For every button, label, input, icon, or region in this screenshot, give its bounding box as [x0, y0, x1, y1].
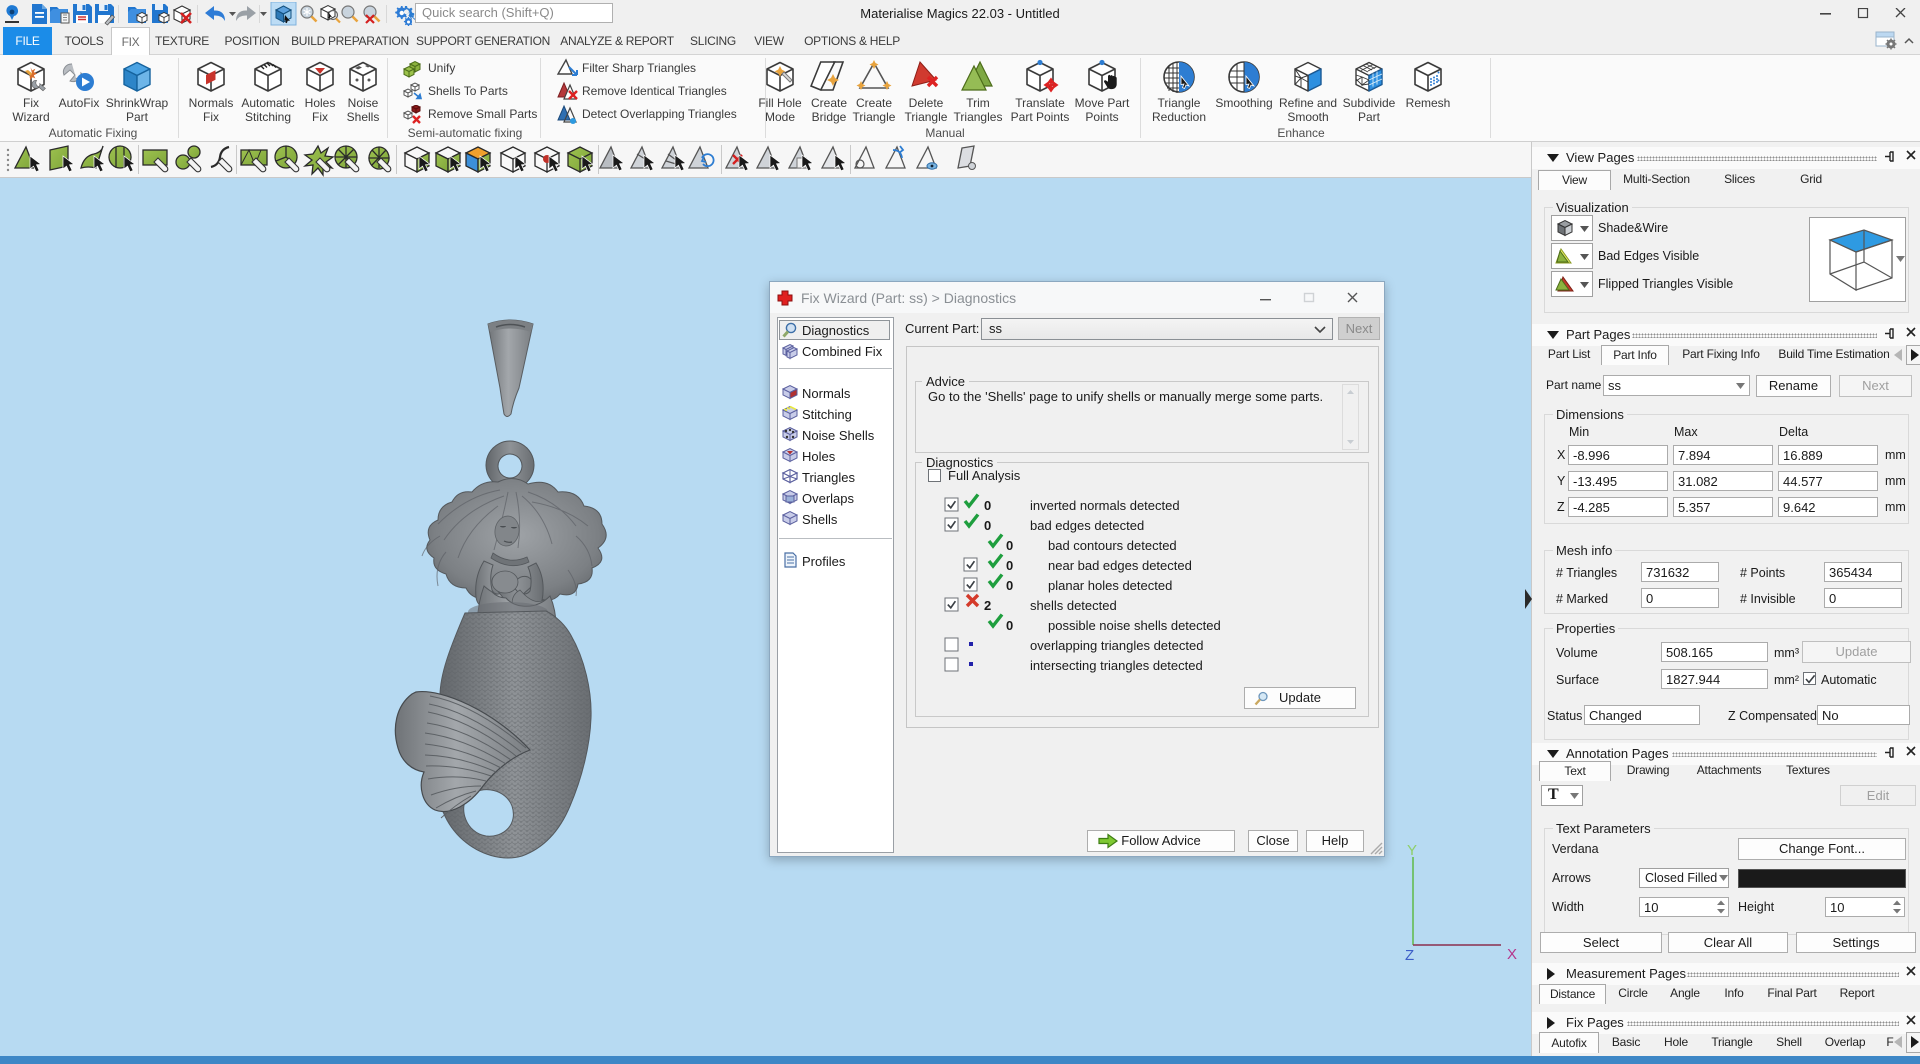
- svg-text:Z: Z: [1405, 947, 1414, 964]
- svg-text:X: X: [1507, 946, 1517, 963]
- svg-text:Y: Y: [1407, 842, 1417, 859]
